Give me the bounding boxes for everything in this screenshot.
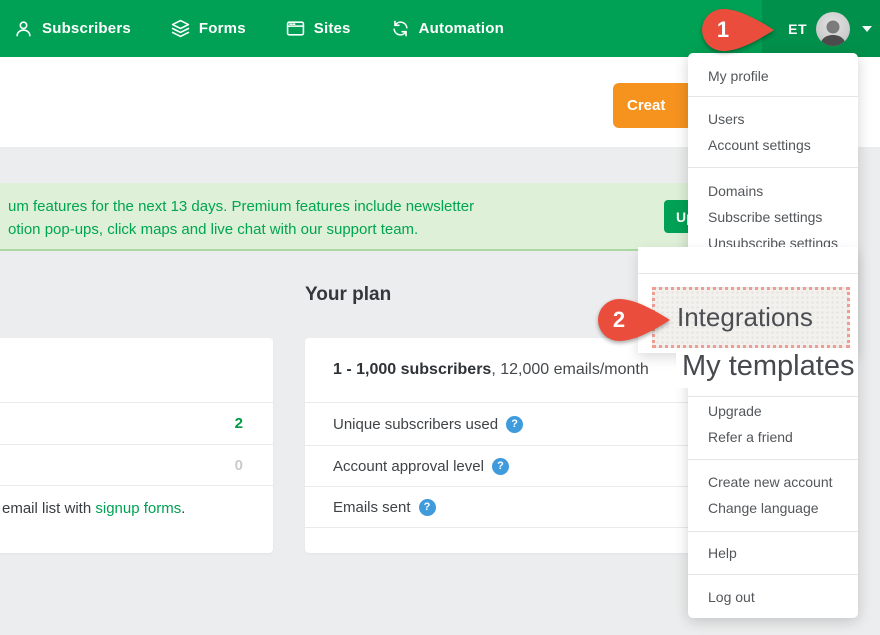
plan-title-rest: , 12,000 emails/month bbox=[491, 361, 648, 379]
trial-banner-text: um features for the next 13 days. Premiu… bbox=[8, 195, 568, 241]
step-marker-number: 1 bbox=[700, 6, 746, 54]
magnified-next-item: My templates bbox=[676, 353, 858, 388]
menu-item-my-templates-magnified: My templates bbox=[682, 353, 854, 383]
layers-icon bbox=[171, 19, 190, 38]
trial-banner-line2: otion pop-ups, click maps and live chat … bbox=[8, 218, 568, 241]
magnified-separator bbox=[638, 273, 858, 274]
stats-value-other: 0 bbox=[235, 457, 243, 474]
menu-item-log-out[interactable]: Log out bbox=[688, 584, 858, 610]
user-initials: ET bbox=[788, 21, 807, 37]
stats-hint-period: . bbox=[181, 500, 185, 517]
trial-banner-line1: um features for the next 13 days. Premiu… bbox=[8, 195, 568, 218]
step-marker-number: 2 bbox=[596, 296, 642, 344]
plan-row-label: Unique subscribers used bbox=[333, 416, 498, 433]
plan-row-label: Emails sent bbox=[333, 499, 411, 516]
step-marker-2: 2 bbox=[596, 296, 672, 344]
nav-label: Automation bbox=[419, 20, 504, 37]
nav-label: Sites bbox=[314, 20, 351, 37]
avatar[interactable] bbox=[816, 12, 850, 46]
nav-label: Forms bbox=[199, 20, 246, 37]
plan-card: 1 - 1,000 subscribers, 12,000 emails/mon… bbox=[305, 338, 740, 553]
menu-item-users[interactable]: Users bbox=[688, 106, 858, 132]
plan-row-emails: Emails sent ? bbox=[305, 487, 740, 528]
menu-item-change-language[interactable]: Change language bbox=[688, 495, 858, 521]
menu-item-help[interactable]: Help bbox=[688, 540, 858, 566]
menu-item-refer-a-friend[interactable]: Refer a friend bbox=[688, 424, 858, 450]
sync-icon bbox=[391, 19, 410, 38]
plan-title-bold: 1 - 1,000 subscribers bbox=[333, 361, 491, 379]
menu-item-my-profile[interactable]: My profile bbox=[688, 63, 858, 89]
stats-card-header-space bbox=[0, 338, 273, 403]
nav-item-forms[interactable]: Forms bbox=[171, 19, 246, 38]
step-marker-1: 1 bbox=[700, 6, 776, 54]
nav-label: Subscribers bbox=[42, 20, 131, 37]
help-icon[interactable]: ? bbox=[506, 416, 523, 433]
user-icon bbox=[14, 19, 33, 38]
nav-item-subscribers[interactable]: Subscribers bbox=[14, 19, 131, 38]
user-menu-trigger[interactable]: ET bbox=[788, 0, 872, 57]
stats-row-active: 2 bbox=[0, 403, 273, 445]
nav-item-sites[interactable]: Sites bbox=[286, 19, 351, 38]
menu-item-upgrade[interactable]: Upgrade bbox=[688, 398, 858, 424]
trial-banner: um features for the next 13 days. Premiu… bbox=[0, 183, 690, 251]
caret-down-icon bbox=[862, 26, 872, 32]
page-title: Your plan bbox=[305, 284, 391, 306]
help-icon[interactable]: ? bbox=[419, 499, 436, 516]
menu-item-create-new-account[interactable]: Create new account bbox=[688, 469, 858, 495]
stats-row-other: 0 bbox=[0, 445, 273, 486]
menu-item-domains[interactable]: Domains bbox=[688, 178, 858, 204]
stats-value-active: 2 bbox=[235, 415, 243, 432]
plan-row-label: Account approval level bbox=[333, 458, 484, 475]
window-icon bbox=[286, 19, 305, 38]
menu-item-subscribe-settings[interactable]: Subscribe settings bbox=[688, 204, 858, 230]
plan-row-approval: Account approval level ? bbox=[305, 446, 740, 487]
plan-row-subscribers: Unique subscribers used ? bbox=[305, 403, 740, 446]
menu-item-integrations-highlighted[interactable]: Integrations bbox=[652, 287, 850, 348]
stats-card: 2 0 email list with signup forms. bbox=[0, 338, 273, 553]
signup-forms-link[interactable]: signup forms bbox=[95, 500, 181, 517]
stats-hint-text: email list with bbox=[2, 500, 95, 517]
stats-grow-hint: email list with signup forms. bbox=[0, 486, 273, 517]
help-icon[interactable]: ? bbox=[492, 458, 509, 475]
menu-item-account-settings[interactable]: Account settings bbox=[688, 132, 858, 158]
nav-item-automation[interactable]: Automation bbox=[391, 19, 504, 38]
